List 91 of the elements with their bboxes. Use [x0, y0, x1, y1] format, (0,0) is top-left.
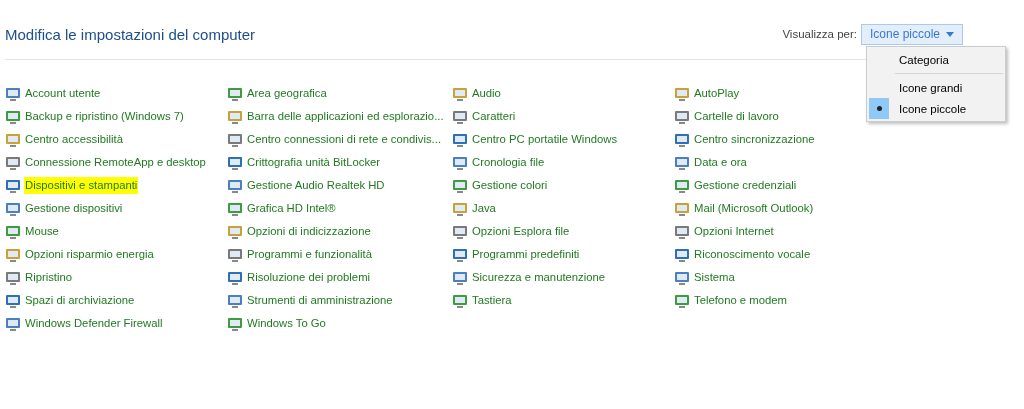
applet-icon	[5, 269, 21, 286]
view-dropdown[interactable]: Icone piccole	[860, 23, 963, 45]
applet-icon	[452, 223, 468, 240]
applet-icon	[5, 246, 21, 263]
applet-icon	[5, 131, 21, 148]
control-panel-link[interactable]: Grafica HD Intel®	[246, 200, 337, 217]
control-panel-link[interactable]: Crittografia unità BitLocker	[246, 154, 382, 171]
page-title: Modifica le impostazioni del computer	[5, 25, 256, 43]
applet-icon	[452, 131, 468, 148]
control-panel-link[interactable]: Programmi predefiniti	[471, 246, 581, 263]
control-panel-link[interactable]: Connessione RemoteApp e desktop	[24, 154, 207, 171]
applet-icon	[5, 85, 21, 102]
applet-icon	[674, 200, 690, 217]
applet-icon	[452, 292, 468, 309]
applet-icon	[452, 177, 468, 194]
control-panel-link[interactable]: Account utente	[24, 85, 102, 102]
applet-icon	[5, 292, 21, 309]
control-panel-link[interactable]: Opzioni di indicizzazione	[246, 223, 372, 240]
control-panel-link[interactable]: Backup e ripristino (Windows 7)	[24, 108, 185, 125]
applet-icon	[674, 223, 690, 240]
control-panel-link[interactable]: Riconoscimento vocale	[693, 246, 812, 263]
applet-icon	[5, 177, 21, 194]
control-panel-link[interactable]: Centro PC portatile Windows	[471, 131, 619, 148]
control-panel-link[interactable]: Telefono e modem	[693, 292, 788, 309]
menu-item[interactable]: Categoria	[899, 53, 949, 66]
applet-icon	[674, 154, 690, 171]
applet-icon	[674, 269, 690, 286]
applet-icon	[674, 246, 690, 263]
applet-icon	[452, 246, 468, 263]
applet-icon	[227, 108, 243, 125]
control-panel-link[interactable]: Barra delle applicazioni ed esplorazio...	[246, 108, 445, 125]
applet-icon	[5, 108, 21, 125]
control-panel-link[interactable]: Cronologia file	[471, 154, 546, 171]
applet-icon	[227, 85, 243, 102]
control-panel-link[interactable]: Opzioni Internet	[693, 223, 775, 240]
control-panel-link[interactable]: Centro connessioni di rete e condivis...	[246, 131, 443, 148]
control-panel-link[interactable]: Data e ora	[693, 154, 748, 171]
applet-icon	[5, 154, 21, 171]
control-panel-link[interactable]: Sicurezza e manutenzione	[471, 269, 607, 286]
applet-icon	[227, 292, 243, 309]
control-panel-link[interactable]: Windows To Go	[246, 315, 327, 332]
control-panel-link[interactable]: Mouse	[24, 223, 60, 240]
applet-icon	[227, 246, 243, 263]
applet-icon	[452, 200, 468, 217]
control-panel-link[interactable]: Gestione Audio Realtek HD	[246, 177, 386, 194]
control-panel-link[interactable]: Windows Defender Firewall	[24, 315, 164, 332]
control-panel-link[interactable]: Gestione dispositivi	[24, 200, 124, 217]
control-panel-link[interactable]: Mail (Microsoft Outlook)	[693, 200, 815, 217]
applet-icon	[227, 200, 243, 217]
control-panel-link[interactable]: Tastiera	[471, 292, 513, 309]
control-panel-link[interactable]: Gestione colori	[471, 177, 549, 194]
applet-icon	[452, 108, 468, 125]
control-panel-link[interactable]: Centro sincronizzazione	[693, 131, 816, 148]
control-panel-link[interactable]: Ripristino	[24, 269, 74, 286]
applet-icon	[674, 108, 690, 125]
control-panel-link[interactable]: Area geografica	[246, 85, 328, 102]
control-panel-link[interactable]: Opzioni risparmio energia	[24, 246, 155, 263]
applet-icon	[674, 292, 690, 309]
menu-item[interactable]: Icone piccole	[899, 102, 967, 115]
applet-icon	[452, 154, 468, 171]
control-panel-link[interactable]: Strumenti di amministrazione	[246, 292, 394, 309]
control-panel-link[interactable]: Dispositivi e stampanti	[24, 177, 139, 194]
applet-icon	[227, 177, 243, 194]
applet-icon	[5, 223, 21, 240]
applet-icon	[227, 315, 243, 332]
control-panel-link[interactable]: Cartelle di lavoro	[693, 108, 780, 125]
control-panel-link[interactable]: Opzioni Esplora file	[471, 223, 571, 240]
applet-icon	[227, 223, 243, 240]
control-panel-link[interactable]: Sistema	[693, 269, 736, 286]
view-by-label: Visualizza per:	[782, 28, 857, 40]
control-panel-link[interactable]: AutoPlay	[693, 85, 741, 102]
applet-icon	[227, 154, 243, 171]
control-panel-link[interactable]: Centro accessibilità	[24, 131, 124, 148]
control-panel-link[interactable]: Spazi di archiviazione	[24, 292, 136, 309]
applet-icon	[674, 177, 690, 194]
control-panel-link[interactable]: Risoluzione dei problemi	[246, 269, 372, 286]
control-panel-link[interactable]: Programmi e funzionalità	[246, 246, 373, 263]
caret-icon	[946, 31, 954, 37]
applet-icon	[5, 315, 21, 332]
control-panel-link[interactable]: Audio	[471, 85, 502, 102]
control-panel-link[interactable]: Gestione credenziali	[693, 177, 798, 194]
applet-icon	[5, 200, 21, 217]
control-panel-link[interactable]: Java	[471, 200, 497, 217]
applet-icon	[674, 85, 690, 102]
applet-icon	[452, 269, 468, 286]
control-panel-link[interactable]: Caratteri	[471, 108, 517, 125]
applet-icon	[227, 131, 243, 148]
applet-icon	[452, 85, 468, 102]
applet-icon	[674, 131, 690, 148]
applet-icon	[227, 269, 243, 286]
menu-item[interactable]: Icone grandi	[899, 81, 963, 94]
